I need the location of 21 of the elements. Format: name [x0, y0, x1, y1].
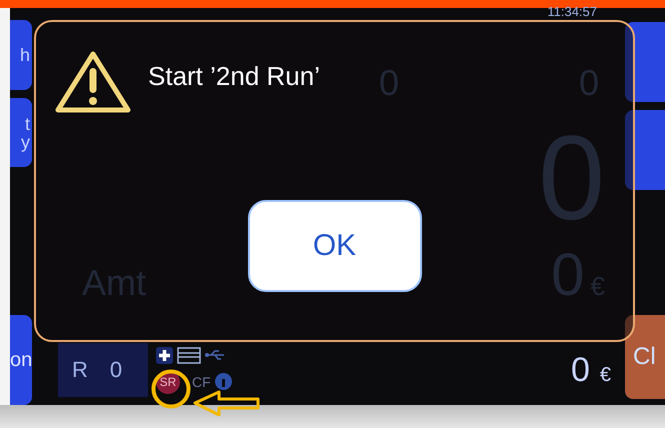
ok-button[interactable]: OK [248, 200, 422, 292]
clock-time: 11:34:57 [547, 5, 597, 18]
currency-label: € [590, 271, 605, 302]
side-button[interactable]: t y [10, 98, 32, 168]
clear-button[interactable]: Cl [625, 315, 665, 399]
total-amount: 0 [570, 350, 590, 390]
side-button[interactable]: h [10, 20, 32, 90]
printer-icon [177, 346, 201, 364]
status-indicator: CF [192, 374, 211, 390]
arrow-drawing [193, 390, 261, 416]
plus-icon [156, 346, 173, 364]
usb-icon [205, 349, 227, 361]
side-button[interactable] [625, 22, 665, 102]
info-icon [214, 373, 232, 390]
register-label: R [72, 357, 88, 383]
currency-label: € [600, 364, 611, 386]
dialog-message: Start ’2nd Run’ [148, 60, 320, 92]
side-button[interactable] [625, 110, 665, 190]
warning-icon [54, 50, 132, 114]
side-button[interactable]: on [10, 315, 32, 406]
register-value: 0 [110, 357, 122, 383]
